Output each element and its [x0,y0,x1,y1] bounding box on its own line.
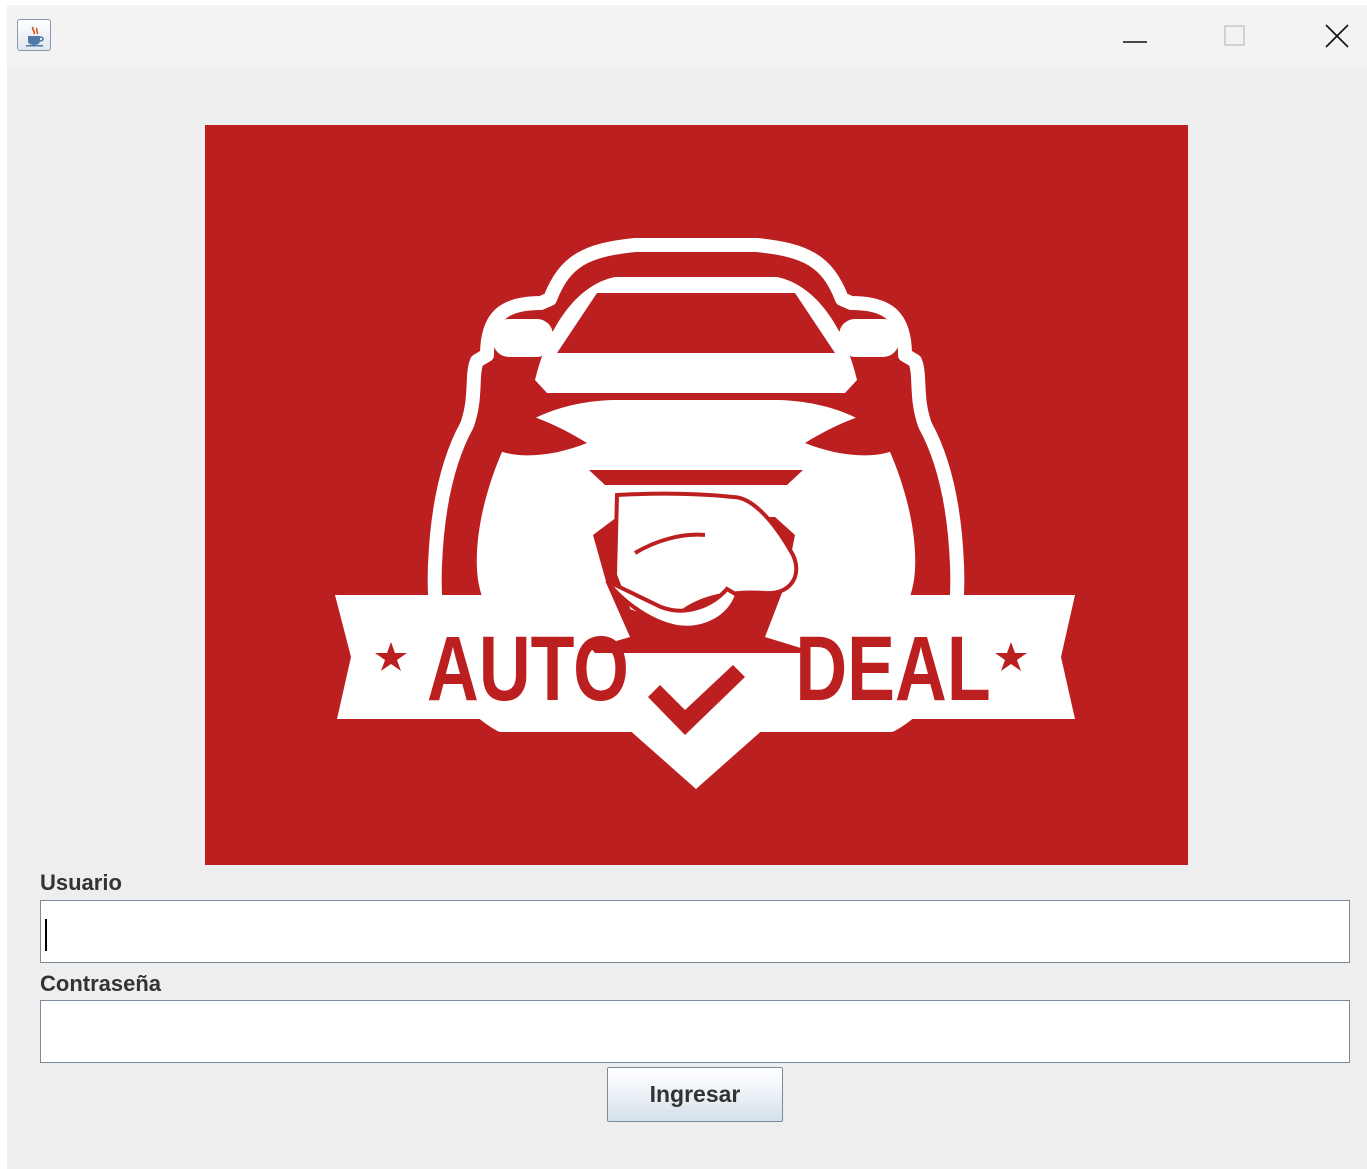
login-window: AUTO DEAL Usuario Contraseña Ingresar [7,5,1367,1169]
minimize-icon[interactable] [1118,19,1152,53]
logo-word-auto: AUTO [427,617,629,720]
auto-deal-logo: AUTO DEAL [205,125,1188,865]
username-input[interactable] [40,900,1350,963]
password-label: Contraseña [40,971,162,996]
username-label: Usuario [40,870,122,895]
text-caret [45,919,47,951]
password-input[interactable] [40,1000,1350,1063]
title-bar [7,5,1367,67]
close-icon[interactable] [1320,19,1354,53]
maximize-icon[interactable] [1218,19,1252,53]
java-cup-icon[interactable] [17,19,51,51]
logo-word-deal: DEAL [795,617,990,720]
ingresar-button[interactable]: Ingresar [607,1067,783,1122]
